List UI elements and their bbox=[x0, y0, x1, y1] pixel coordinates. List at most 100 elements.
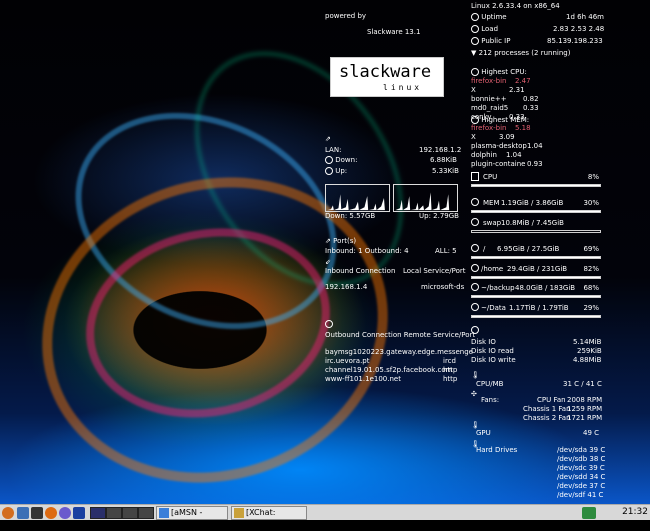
down-total: Down: 5.57GB bbox=[325, 212, 376, 220]
disk-data-icon bbox=[471, 303, 479, 311]
app-launcher-icon[interactable] bbox=[59, 507, 71, 519]
meter-swap: swap 10.8MiB / 7.45GiB bbox=[471, 218, 601, 240]
mem-top-name: firefox-bin bbox=[471, 124, 507, 132]
fan-rpm: 1259 RPM bbox=[567, 405, 603, 413]
mem-top-name: X bbox=[471, 133, 476, 141]
inbound-arrow-icon: ⇙ bbox=[325, 258, 331, 266]
drive-temp: /dev/sdf 41 C bbox=[557, 491, 604, 499]
cpu-top-value: 2.31 bbox=[509, 86, 525, 94]
process-count: 212 processes (2 running) bbox=[478, 49, 571, 57]
cpu-top-name: firefox-bin bbox=[471, 77, 507, 85]
outbound-icon bbox=[325, 320, 333, 328]
cpu-top-value: 0.33 bbox=[523, 104, 539, 112]
disk-read-label: Disk IO read bbox=[471, 347, 514, 355]
quicklaunch-icon[interactable] bbox=[73, 507, 85, 519]
meter-backup-disk: ~/backup 48.0GiB / 183GiB 68% bbox=[471, 283, 601, 305]
outbound-port: ircd bbox=[443, 357, 456, 365]
fan-name: CPU Fan bbox=[537, 396, 566, 404]
ports-icon: ⇗ bbox=[325, 237, 331, 245]
disk-root-icon bbox=[471, 244, 479, 252]
load-icon bbox=[471, 25, 479, 33]
uptime-icon bbox=[471, 13, 479, 21]
disk-io-label: Disk IO bbox=[471, 338, 496, 346]
meter-root-disk: / 6.95GiB / 27.5GiB 69% bbox=[471, 244, 601, 266]
download-icon bbox=[325, 156, 333, 164]
firefox-icon[interactable] bbox=[45, 507, 57, 519]
workspace-1[interactable] bbox=[90, 507, 106, 519]
disk-write-value: 4.88MiB bbox=[573, 356, 602, 364]
cpu-mb-temp: 31 C / 41 C bbox=[563, 380, 602, 388]
inbound-service: microsoft-ds bbox=[421, 283, 465, 291]
task-xchat[interactable]: [XChat: Alt_of_... bbox=[231, 506, 307, 529]
taskbar: [aMSN - Offline] [XChat: Alt_of_... 21:3… bbox=[0, 504, 650, 529]
outbound-host: baymsg1020223.gateway.edge.messenge bbox=[325, 348, 473, 356]
lan-ip: 192.168.1.2 bbox=[419, 146, 462, 154]
chevron-down-icon: ▼ bbox=[471, 49, 477, 57]
cpu-top-value: 0.82 bbox=[523, 95, 539, 103]
disk-home-icon bbox=[471, 264, 479, 272]
workspace-4[interactable] bbox=[138, 507, 154, 519]
slackware-logo: slackware linux bbox=[330, 57, 444, 97]
mem-top-icon bbox=[471, 116, 479, 124]
outbound-host: www-ff101.1e100.net bbox=[325, 375, 401, 383]
thermometer-icon: 🌡 bbox=[471, 371, 480, 379]
terminal-icon[interactable] bbox=[31, 507, 43, 519]
outbound-header: Outbound Connection Remote Service/Port bbox=[325, 331, 476, 339]
fan-rpm: 1721 RPM bbox=[567, 414, 603, 422]
up-rate: 5.33KiB bbox=[432, 167, 459, 175]
cpu-top-label: Highest CPU: bbox=[481, 68, 527, 76]
memory-icon bbox=[471, 198, 479, 206]
ports-label: Port(s) bbox=[333, 237, 357, 245]
outbound-host: irc.uevora.pt bbox=[325, 357, 370, 365]
task-amsn[interactable]: [aMSN - Offline] bbox=[156, 506, 228, 529]
uptime-label: Uptime bbox=[481, 13, 507, 21]
fan-rpm: 2008 RPM bbox=[567, 396, 603, 404]
mem-top-value: 1.04 bbox=[506, 151, 522, 159]
local-service-header: Local Service/Port bbox=[403, 267, 466, 275]
file-manager-icon[interactable] bbox=[17, 507, 29, 519]
outbound-host: channel19.01.05.sf2p.facebook.com bbox=[325, 366, 453, 374]
cpu-usage-bar bbox=[471, 184, 601, 187]
cpu-top-icon bbox=[471, 68, 479, 76]
system-tray-icon[interactable] bbox=[582, 507, 596, 519]
up-label: Up: bbox=[335, 167, 348, 175]
down-rate: 6.88KiB bbox=[430, 156, 457, 164]
lan-label: LAN: bbox=[325, 146, 342, 154]
powered-by-label: powered by bbox=[325, 12, 367, 20]
swap-usage-bar bbox=[471, 230, 601, 233]
gpu-temp: 49 C bbox=[583, 429, 600, 437]
root-disk-bar bbox=[471, 256, 601, 259]
meter-cpu: CPU 8% bbox=[471, 172, 601, 194]
mem-top-value: 0.93 bbox=[527, 160, 543, 168]
inbound-header: Inbound Connection bbox=[325, 267, 396, 275]
home-disk-bar bbox=[471, 276, 601, 279]
disk-io-value: 5.14MiB bbox=[573, 338, 602, 346]
upload-icon bbox=[325, 167, 333, 175]
meter-mem: MEM 1.19GiB / 3.86GiB 30% bbox=[471, 198, 601, 220]
clock[interactable]: 21:32 bbox=[622, 507, 648, 517]
mem-top-value: 3.09 bbox=[499, 133, 515, 141]
mem-top-name: dolphin bbox=[471, 151, 497, 159]
drive-temp: /dev/sde 37 C bbox=[557, 482, 606, 490]
down-label: Down: bbox=[335, 156, 358, 164]
drive-temp: /dev/sdd 34 C bbox=[557, 473, 606, 481]
workspace-2[interactable] bbox=[106, 507, 122, 519]
inbound-outbound-count: Inbound: 1 Outbound: 4 bbox=[325, 247, 409, 255]
workspace-3[interactable] bbox=[122, 507, 138, 519]
mem-usage-bar bbox=[471, 210, 601, 213]
hdd-label: Hard Drives bbox=[476, 446, 518, 454]
fan-name: Chassis 1 Fan bbox=[523, 405, 571, 413]
resource-meters: CPU 8% MEM 1.19GiB / 3.86GiB 30% swap 10… bbox=[471, 172, 601, 322]
gpu-thermometer-icon: 🌡 bbox=[471, 421, 480, 429]
drive-temp: /dev/sda 39 C bbox=[557, 446, 606, 454]
fan-name: Chassis 2 Fan bbox=[523, 414, 571, 422]
mem-top-value: 1.04 bbox=[527, 142, 543, 150]
cpu-top-name: bonnie++ bbox=[471, 95, 507, 103]
kde-menu-icon[interactable] bbox=[2, 507, 14, 519]
inbound-ip: 192.168.1.4 bbox=[325, 283, 368, 291]
cpu-top-name: md0_raid5 bbox=[471, 104, 509, 112]
swap-icon bbox=[471, 218, 479, 226]
fan-icon: ✣ bbox=[471, 390, 477, 398]
data-disk-bar bbox=[471, 315, 601, 318]
distro-label: Slackware 13.1 bbox=[367, 28, 421, 36]
